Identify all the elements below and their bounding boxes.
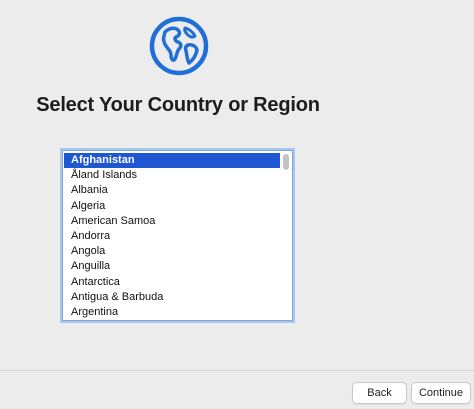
globe-icon: [149, 16, 209, 76]
country-item[interactable]: Andorra: [64, 229, 280, 244]
scroll-thumb[interactable]: [283, 154, 289, 170]
footer-divider: [0, 370, 474, 371]
page-title: Select Your Country or Region: [36, 94, 320, 116]
country-listbox[interactable]: Afghanistan Åland Islands Albania Algeria Am…: [62, 150, 293, 321]
country-item[interactable]: Argentina: [64, 305, 280, 320]
continue-button[interactable]: Continue: [411, 382, 471, 404]
country-item[interactable]: Angola: [64, 244, 280, 259]
country-item[interactable]: Åland Islands: [64, 168, 280, 183]
country-item[interactable]: Antarctica: [64, 275, 280, 290]
country-item[interactable]: American Samoa: [64, 214, 280, 229]
country-item[interactable]: Afghanistan: [64, 153, 280, 169]
scrollbar[interactable]: [282, 153, 291, 316]
back-button[interactable]: Back: [352, 382, 407, 404]
country-item[interactable]: Algeria: [64, 199, 280, 214]
country-item[interactable]: Antigua & Barbuda: [64, 290, 280, 305]
country-list[interactable]: Afghanistan Åland Islands Albania Algeria Am…: [64, 153, 280, 320]
country-item[interactable]: Anguilla: [64, 259, 280, 274]
country-item[interactable]: Albania: [64, 183, 280, 198]
